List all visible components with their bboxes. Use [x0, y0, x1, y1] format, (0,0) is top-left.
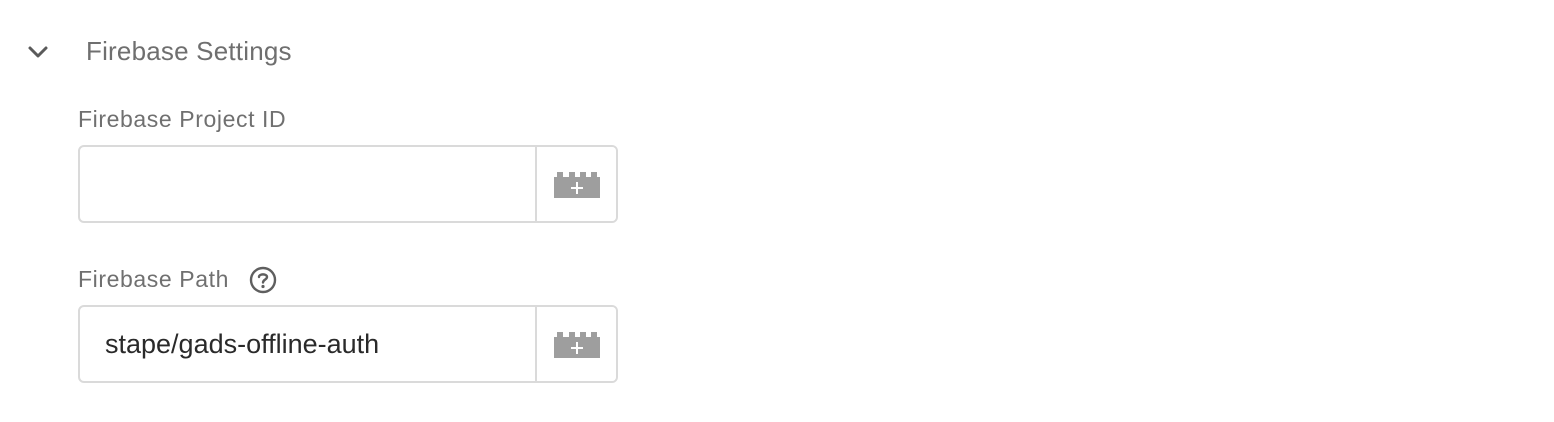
firebase-path-field-group — [78, 305, 618, 383]
add-variable-block-icon — [553, 172, 600, 198]
add-variable-block-icon — [553, 332, 600, 358]
firebase-path-variable-button[interactable] — [535, 307, 616, 381]
firebase-settings-section: Firebase Settings — [0, 0, 1554, 106]
firebase-project-id-field-group — [78, 145, 618, 223]
section-title[interactable]: Firebase Settings — [86, 36, 292, 67]
firebase-project-id-input[interactable] — [80, 147, 535, 221]
help-circle-icon[interactable] — [249, 266, 277, 294]
chevron-down-icon[interactable] — [24, 38, 52, 66]
firebase-path-input[interactable] — [80, 307, 535, 381]
firebase-project-id-variable-button[interactable] — [535, 147, 616, 221]
firebase-path-label: Firebase Path — [78, 266, 229, 292]
firebase-project-id-label: Firebase Project ID — [78, 106, 287, 132]
